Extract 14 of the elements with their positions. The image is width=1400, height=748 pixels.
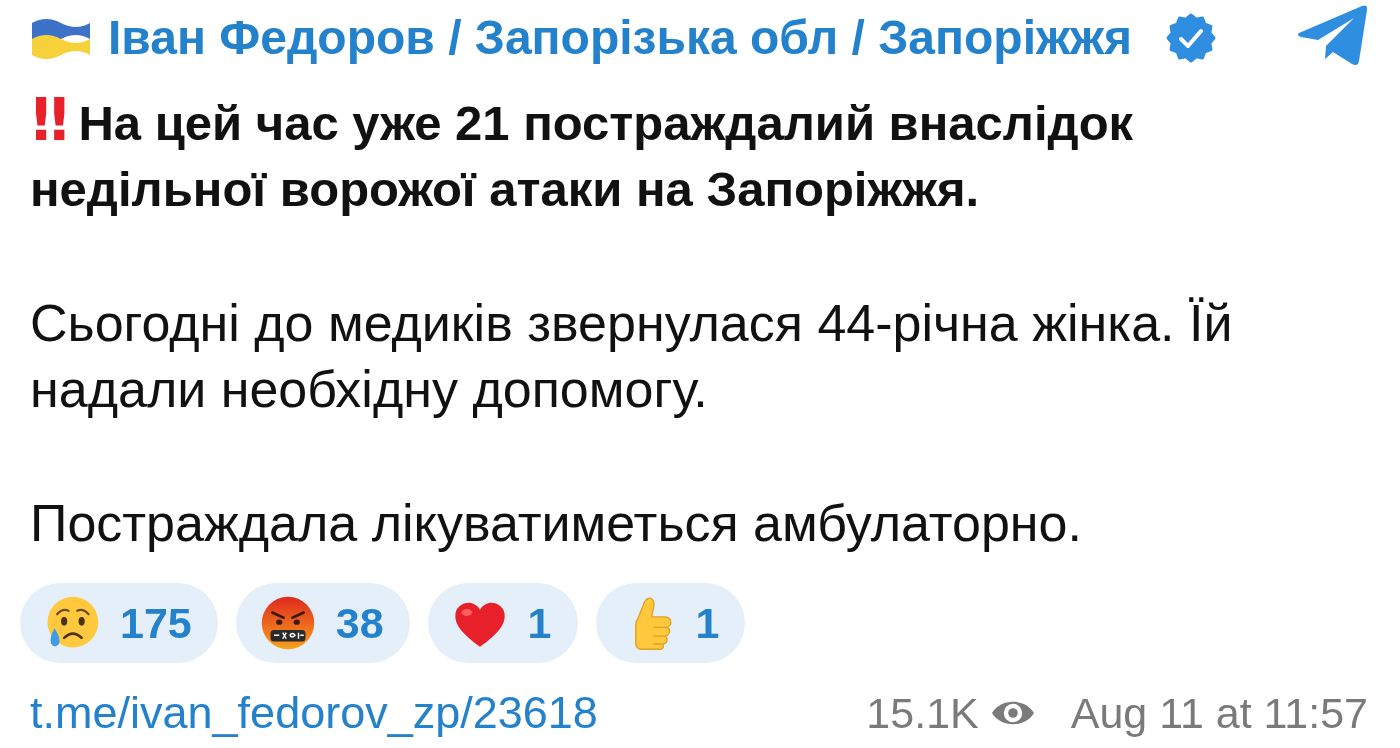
eye-icon [990,699,1035,727]
reaction-button[interactable]: 38 [235,583,410,663]
reaction-button[interactable]: 1 [595,583,746,663]
message-text: Сьогодні до медиків звернулася 44-річна жінка. Їй надали необхідну допомогу. [30,293,1234,420]
view-count: 15.1K [866,688,979,739]
message-date: Aug 11 at 11:57 [1070,688,1368,739]
message-link[interactable]: t.me/ivan_fedorov_zp/23618 [30,687,598,739]
paper-plane-icon [1296,3,1368,67]
channel-name[interactable]: Іван Федоров / Запорізька обл / Запоріжжя [108,9,1133,67]
message-text: ‼ На цей час уже 21 постраждалий внаслідок недільної ворожої атаки на Запоріжжя. [30,87,1135,218]
message-text: Постраждала лікуватиметься амбулаторно. [30,493,1083,554]
reaction-button[interactable]: 175 [20,583,218,663]
reaction-button[interactable]: 1 [427,583,578,663]
cursing-face-icon [259,595,316,651]
